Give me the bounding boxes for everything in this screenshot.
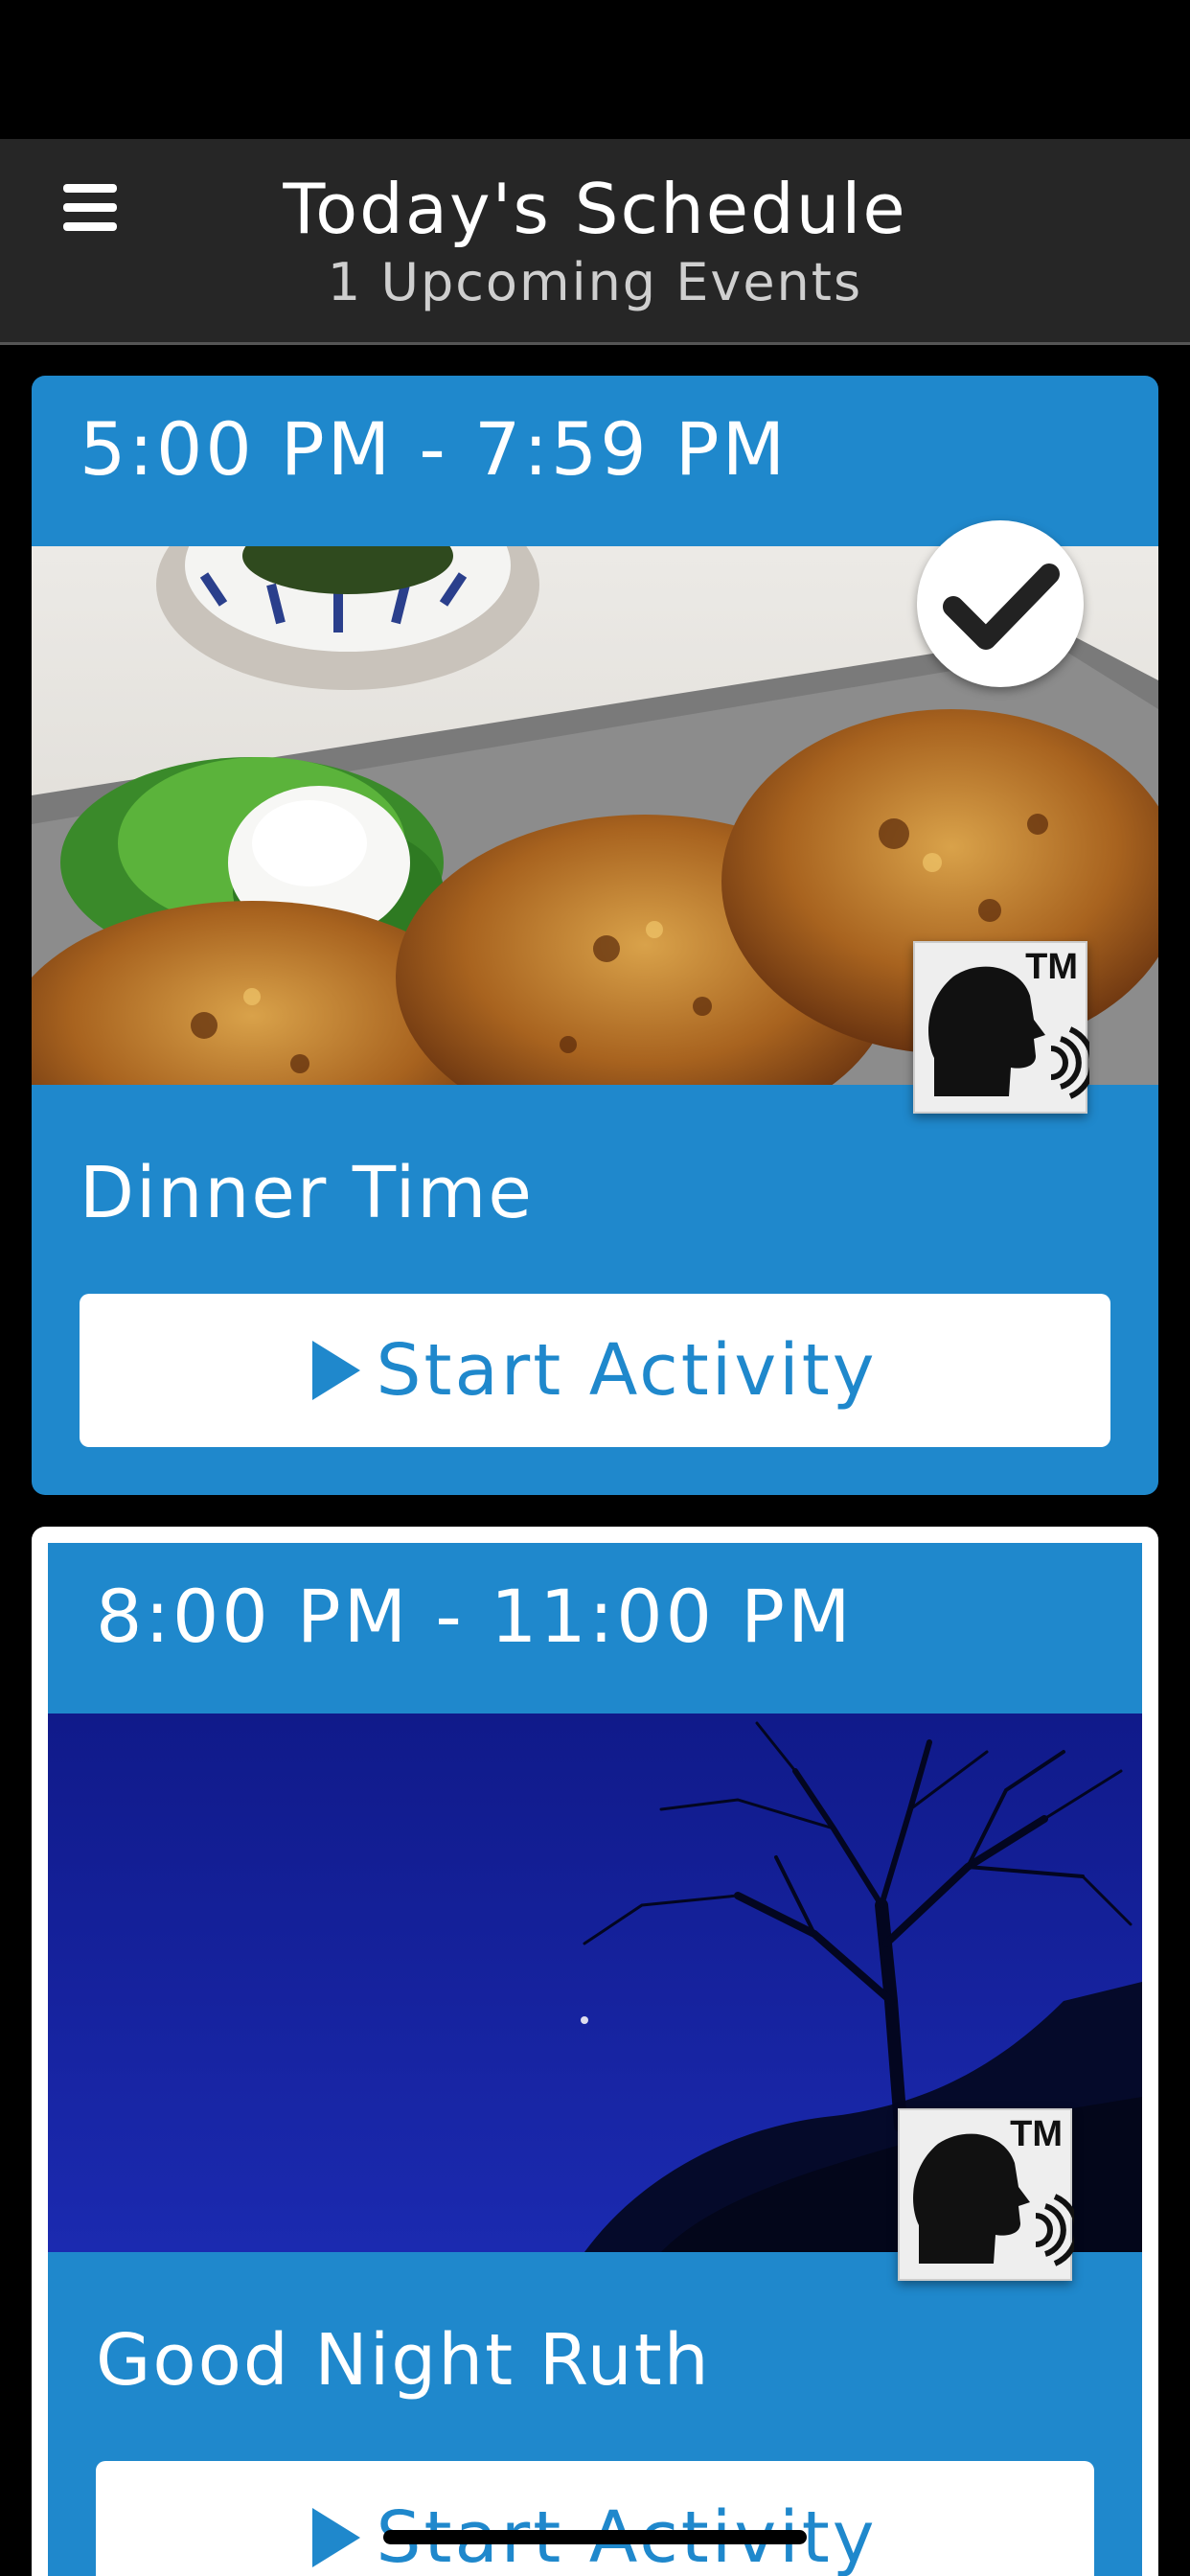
page-title: Today's Schedule xyxy=(283,169,907,249)
app-header: Today's Schedule 1 Upcoming Events xyxy=(0,139,1190,345)
start-activity-button[interactable]: Start Activity xyxy=(96,2461,1094,2576)
play-icon xyxy=(312,2508,361,2567)
home-indicator[interactable] xyxy=(383,2530,807,2544)
page-subtitle: 1 Upcoming Events xyxy=(327,252,863,312)
status-bar xyxy=(0,0,1190,139)
event-title: Good Night Ruth xyxy=(96,2319,711,2402)
start-activity-button[interactable]: Start Activity xyxy=(80,1294,1110,1447)
trademark-badge: TM xyxy=(1010,2114,1063,2154)
speak-icon[interactable]: TM xyxy=(913,941,1089,1114)
play-icon xyxy=(312,1341,361,1400)
speak-icon[interactable]: TM xyxy=(898,2108,1074,2281)
completed-check-icon[interactable] xyxy=(917,520,1084,687)
trademark-badge: TM xyxy=(1025,947,1078,987)
event-card-good-night[interactable]: 8:00 PM - 11:00 PM Good Night Ruth Start… xyxy=(48,1543,1142,2576)
event-title: Dinner Time xyxy=(80,1152,534,1234)
event-time: 8:00 PM - 11:00 PM xyxy=(96,1574,854,1659)
event-time: 5:00 PM - 7:59 PM xyxy=(80,406,789,492)
start-activity-label: Start Activity xyxy=(376,1329,878,1412)
